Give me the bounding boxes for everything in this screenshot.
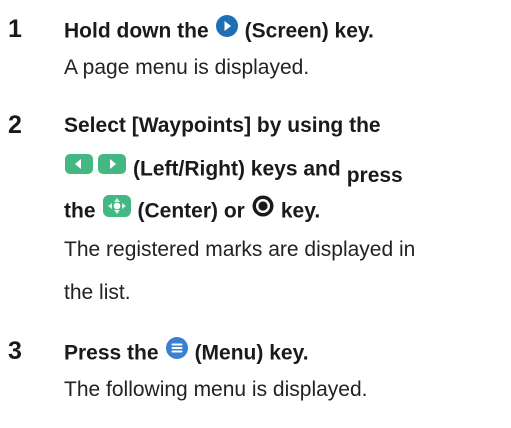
menu-key-icon bbox=[165, 336, 189, 368]
instruction-text: Select [Waypoints] by using the bbox=[64, 114, 381, 137]
instruction-text: Hold down the bbox=[64, 19, 209, 43]
step-instruction-line3: the (Center) or key. bbox=[64, 194, 321, 228]
center-key-icon bbox=[102, 194, 132, 226]
instruction-text: the bbox=[64, 199, 96, 223]
step-result: A page menu is displayed. bbox=[64, 56, 310, 79]
enter-key-icon bbox=[251, 194, 275, 226]
instruction-text: (Screen) key. bbox=[244, 19, 374, 43]
step-instruction-line2: (Left/Right) keys and press bbox=[64, 153, 403, 187]
step-result: The following menu is displayed. bbox=[64, 378, 368, 401]
step-instruction: Press the (Menu) key. bbox=[64, 336, 309, 370]
screen-key-icon bbox=[215, 14, 239, 46]
instruction-text: key. bbox=[280, 199, 321, 223]
left-key-icon bbox=[64, 153, 94, 183]
step-number: 1 bbox=[8, 15, 22, 43]
right-key-icon bbox=[97, 153, 127, 183]
instruction-text: (Center) or bbox=[137, 199, 245, 223]
step-instruction: Hold down the (Screen) key. bbox=[64, 14, 374, 48]
instruction-text: Press the bbox=[64, 341, 159, 365]
step-result: the list. bbox=[64, 281, 131, 304]
step-result: The registered marks are displayed in bbox=[64, 238, 416, 261]
instruction-text: (Menu) key. bbox=[194, 341, 309, 365]
step-number: 2 bbox=[8, 111, 22, 139]
instruction-text: (Left/Right) keys and bbox=[133, 157, 341, 181]
instruction-text: press bbox=[346, 163, 403, 187]
step-number: 3 bbox=[8, 337, 22, 365]
